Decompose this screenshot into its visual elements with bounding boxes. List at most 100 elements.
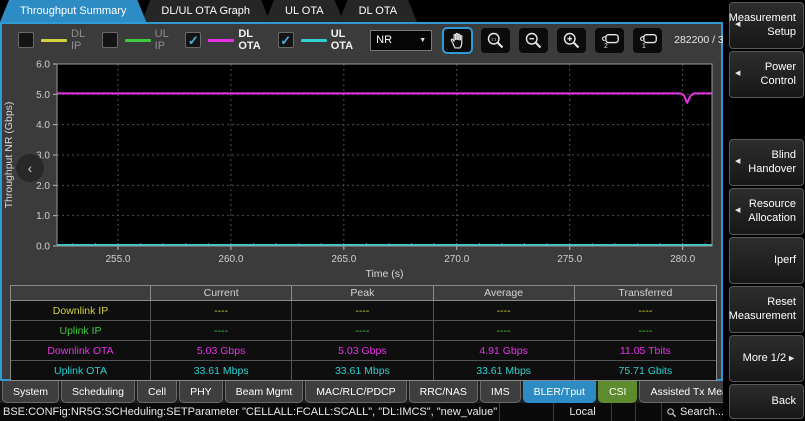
column-header-peak: Peak: [292, 286, 433, 301]
softkey-blind-handover[interactable]: ◀BlindHandover: [729, 139, 804, 186]
softkey-power-control[interactable]: ◀PowerControl: [729, 51, 804, 98]
tab-csi[interactable]: CSI: [598, 381, 638, 403]
status-cell-empty-2: [611, 403, 635, 421]
softkey-reset-measurement[interactable]: ResetMeasurement: [729, 286, 804, 333]
x-tick-label: 280.0: [670, 254, 695, 265]
tab-dl-ota[interactable]: DL OTA: [339, 0, 418, 22]
legend-item-ul-ip[interactable]: UL IP: [102, 28, 169, 52]
softkey-label-line: Resource: [749, 198, 796, 211]
throughput-table: CurrentPeakAverageTransferredDownlink IP…: [10, 285, 717, 381]
table-cell: 4.91 Gbps: [434, 341, 575, 361]
softkey-label-line: Power: [765, 61, 796, 74]
zoom-out-button[interactable]: [518, 27, 549, 54]
zoom-region-2-button[interactable]: 2: [594, 27, 625, 54]
y-tick-label: 5.0: [36, 90, 50, 101]
tab-beam-mgmt[interactable]: Beam Mgmt: [225, 381, 304, 403]
search-icon: [666, 407, 677, 418]
softkey-label: More 1/2: [743, 352, 786, 365]
zoom-1to1-icon: 1:1: [485, 30, 506, 51]
x-tick-label: 260.0: [218, 254, 243, 265]
tab-ul-ota[interactable]: UL OTA: [265, 0, 344, 22]
tab-dl-ul-ota-graph[interactable]: DL/UL OTA Graph: [141, 0, 270, 22]
search-box[interactable]: Search...: [661, 403, 723, 421]
y-tick-label: 6.0: [36, 60, 50, 71]
tab-bler-tput[interactable]: BLER/Tput: [523, 381, 596, 403]
table-cell: ----: [575, 321, 716, 341]
panel-collapse-handle[interactable]: ‹: [16, 154, 44, 182]
tab-system[interactable]: System: [2, 381, 59, 403]
x-tick-label: 275.0: [557, 254, 582, 265]
checkbox-ul-ip[interactable]: [102, 32, 118, 48]
zoom-in-button[interactable]: [556, 27, 587, 54]
tab-mac-rlc-pdcp[interactable]: MAC/RLC/PDCP: [305, 381, 406, 403]
chevron-left-icon: ‹: [28, 160, 33, 176]
scpi-command-text: BSE:CONFig:NR5G:SCHeduling:SETParameter …: [0, 406, 499, 418]
softkey-label: BlindHandover: [748, 149, 796, 175]
app-window: Throughput SummaryDL/UL OTA GraphUL OTAD…: [0, 0, 805, 421]
tab-throughput-summary[interactable]: Throughput Summary: [0, 0, 146, 22]
technology-dropdown[interactable]: NR▼: [370, 30, 432, 51]
legend-label: UL IP: [155, 28, 169, 52]
tab-scheduling[interactable]: Scheduling: [61, 381, 135, 403]
checkbox-dl-ip[interactable]: [18, 32, 34, 48]
y-tick-label: 0.0: [36, 242, 50, 253]
zoom-out-icon: [523, 30, 544, 51]
softkey-label: Iperf: [774, 254, 796, 267]
x-tick-label: 255.0: [105, 254, 130, 265]
y-tick-label: 4.0: [36, 120, 50, 131]
status-cell-empty-3: [635, 403, 661, 421]
table-cell: ----: [151, 321, 292, 341]
legend-swatch-dl-ota: [208, 39, 234, 42]
softkey-more-1-2[interactable]: More 1/2►: [729, 335, 804, 382]
softkey-label-line: Back: [772, 395, 796, 408]
legend-swatch-ul-ip: [125, 39, 151, 42]
softkey-resource-allocation[interactable]: ◀ResourceAllocation: [729, 188, 804, 235]
legend-swatch-ul-ota: [301, 39, 327, 42]
hand-icon: [447, 30, 468, 51]
throughput-chart[interactable]: 0.01.02.03.04.05.06.0255.0260.0265.0270.…: [2, 56, 721, 284]
search-label: Search...: [680, 406, 724, 418]
table-cell: 75.71 Gbits: [575, 361, 716, 380]
legend-label: DL IP: [71, 28, 85, 52]
column-header-average: Average: [434, 286, 575, 301]
softkey-label-line: Measurement: [729, 310, 796, 323]
softkey-sidebar: ◀MeasurementSetup◀PowerControl◀BlindHand…: [723, 0, 805, 421]
triangle-left-icon: ◀: [735, 21, 740, 29]
table-cell: 33.61 Mbps: [292, 361, 433, 380]
tab-ims[interactable]: IMS: [480, 381, 521, 403]
x-axis-label: Time (s): [365, 268, 403, 280]
softkey-label: ResetMeasurement: [729, 296, 796, 322]
legend-item-dl-ota[interactable]: ✓ DL OTA: [185, 28, 260, 52]
tab-cell[interactable]: Cell: [137, 381, 177, 403]
checkbox-dl-ota[interactable]: ✓: [185, 32, 201, 48]
pan-tool-button[interactable]: [442, 27, 473, 54]
legend-item-dl-ip[interactable]: DL IP: [18, 28, 85, 52]
marker-icon: 2: [598, 29, 622, 51]
softkey-label-line: Blind: [772, 149, 796, 162]
chevron-down-icon: ▼: [419, 37, 426, 44]
zoom-region-1-button[interactable]: 1: [632, 27, 663, 54]
softkey-label-line: Setup: [767, 26, 796, 39]
softkey-label-line: Reset: [767, 296, 796, 309]
checkbox-ul-ota[interactable]: ✓: [278, 32, 294, 48]
softkey-back[interactable]: Back: [729, 384, 804, 419]
softkey-measurement-setup[interactable]: ◀MeasurementSetup: [729, 2, 804, 49]
softkey-label-line: Control: [761, 75, 796, 88]
softkey-label-line: Handover: [748, 163, 796, 176]
local-mode-indicator[interactable]: Local: [553, 403, 611, 421]
tab-phy[interactable]: PHY: [179, 381, 223, 403]
top-tab-bar: Throughput SummaryDL/UL OTA GraphUL OTAD…: [0, 0, 723, 22]
tab-rrc-nas[interactable]: RRC/NAS: [409, 381, 478, 403]
zoom-one-to-one-button[interactable]: 1:1: [480, 27, 511, 54]
legend-label: UL OTA: [331, 28, 353, 52]
svg-text:1:1: 1:1: [491, 36, 497, 41]
legend-label: DL OTA: [238, 28, 260, 52]
config-tab-bar: SystemSchedulingCellPHYBeam MgmtMAC/RLC/…: [0, 381, 723, 403]
y-axis-label: Throughput NR (Gbps): [3, 102, 15, 209]
chart-svg: 0.01.02.03.04.05.06.0255.0260.0265.0270.…: [2, 56, 721, 284]
triangle-left-icon: ◀: [735, 207, 740, 215]
softkey-iperf[interactable]: Iperf: [729, 237, 804, 284]
legend-item-ul-ota[interactable]: ✓ UL OTA: [278, 28, 353, 52]
table-cell: 5.03 Gbps: [292, 341, 433, 361]
column-header-transferred: Transferred: [575, 286, 716, 301]
